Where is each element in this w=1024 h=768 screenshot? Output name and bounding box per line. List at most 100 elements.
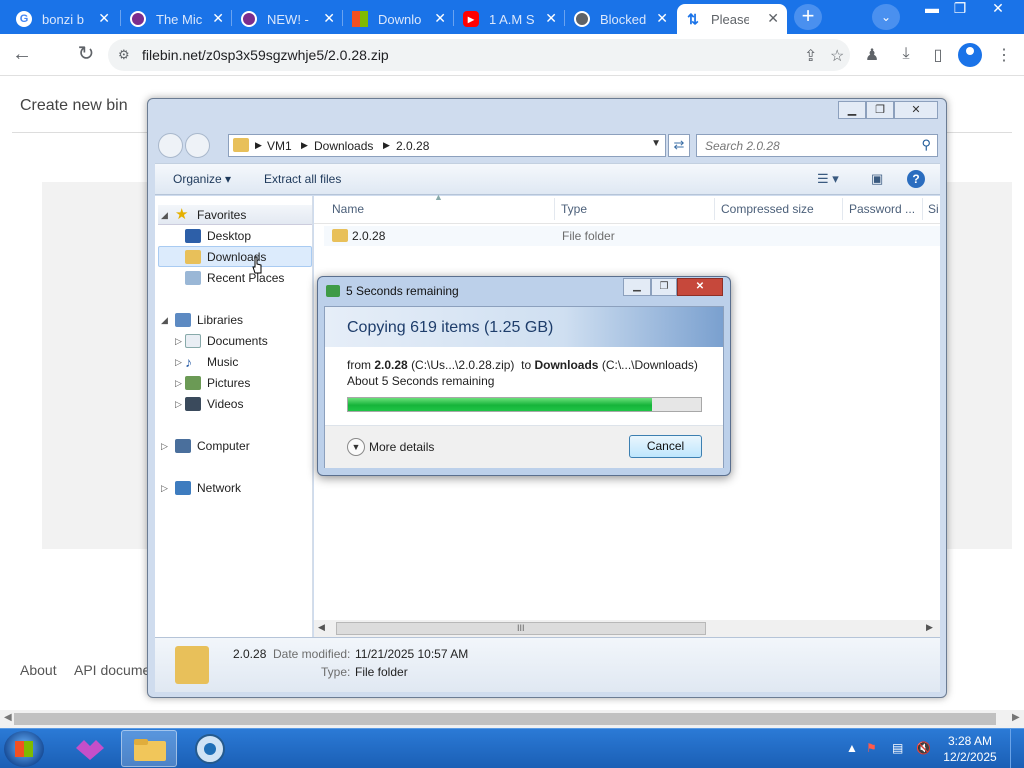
close-tab-icon[interactable]: ✕: [323, 10, 335, 27]
scroll-right-arrow-icon[interactable]: ▶: [1012, 712, 1020, 723]
minimize-icon[interactable]: ▬: [918, 0, 946, 18]
new-tab-button[interactable]: +: [794, 4, 822, 30]
tab-search-button[interactable]: ⌄: [872, 4, 900, 30]
search-placeholder: Search 2.0.28: [705, 139, 780, 153]
breadcrumb-downloads[interactable]: Downloads: [314, 139, 373, 153]
show-desktop-button[interactable]: [1010, 729, 1024, 768]
preview-pane-icon[interactable]: ▣: [871, 171, 883, 187]
close-tab-icon[interactable]: ✕: [656, 10, 668, 27]
explorer-address-bar[interactable]: ▶ VM1 ▶ Downloads ▶ 2.0.28 ▼: [228, 134, 666, 157]
close-window-icon[interactable]: ✕: [894, 101, 938, 119]
nav-music[interactable]: ♪ Music: [185, 352, 238, 372]
bookmark-star-icon[interactable]: ☆: [830, 46, 844, 66]
back-icon[interactable]: ←: [10, 43, 34, 67]
scroll-thumb[interactable]: [14, 713, 996, 725]
minimize-icon[interactable]: ▁: [838, 101, 866, 119]
create-new-bin-link[interactable]: Create new bin: [20, 97, 128, 115]
tab-title: Blocked: [600, 11, 647, 27]
nav-videos[interactable]: Videos: [185, 394, 243, 414]
column-type[interactable]: Type: [561, 202, 587, 216]
start-button[interactable]: [4, 731, 44, 767]
file-list-scrollbar[interactable]: ◀ III ▶: [314, 620, 940, 637]
tab-bonzi[interactable]: G bonzi b ✕: [8, 4, 118, 34]
search-input[interactable]: Search 2.0.28 ⚲: [696, 134, 938, 157]
refresh-icon[interactable]: ⇄: [668, 134, 690, 157]
tab-the-mic[interactable]: The Mic ✕: [122, 4, 232, 34]
extract-all-button[interactable]: Extract all files: [264, 172, 341, 186]
site-info-icon[interactable]: ⚙: [118, 47, 130, 63]
column-name[interactable]: Name: [332, 202, 364, 216]
column-compressed-size[interactable]: Compressed size: [721, 202, 814, 216]
close-tab-icon[interactable]: ✕: [767, 10, 779, 27]
scroll-right-arrow-icon[interactable]: ▶: [926, 622, 933, 633]
chevron-down-icon[interactable]: ▼: [651, 138, 661, 149]
scroll-left-arrow-icon[interactable]: ◀: [4, 712, 12, 723]
scroll-left-arrow-icon[interactable]: ◀: [318, 622, 325, 633]
taskbar-app-purple[interactable]: [62, 730, 118, 767]
hand-cursor-icon: [252, 256, 262, 274]
volume-muted-icon[interactable]: 🔇: [916, 741, 931, 755]
restore-icon[interactable]: ❐: [946, 0, 974, 18]
menu-icon[interactable]: ⋮: [994, 45, 1014, 65]
tab-new[interactable]: NEW! - ✕: [233, 4, 343, 34]
scroll-thumb[interactable]: III: [336, 622, 706, 635]
taskbar-chrome[interactable]: [182, 730, 238, 767]
nav-libraries[interactable]: Libraries: [175, 310, 243, 330]
taskbar: ▲ ⚑ ▤ 🔇 3:28 AM 12/2/2025: [0, 728, 1024, 768]
footer-api-docs-link[interactable]: API docume: [74, 662, 150, 678]
taskbar-explorer[interactable]: [121, 730, 177, 767]
reload-icon[interactable]: ↻: [74, 43, 98, 67]
nav-computer[interactable]: Computer: [175, 436, 250, 456]
tab-bar: G bonzi b ✕ The Mic ✕ NEW! - ✕ Downlo ✕ …: [0, 0, 1024, 34]
table-row[interactable]: 2.0.28 File folder: [324, 226, 940, 246]
close-dialog-icon[interactable]: ✕: [677, 278, 723, 296]
cancel-button[interactable]: Cancel: [629, 435, 702, 458]
dialog-title: 5 Seconds remaining: [346, 284, 459, 298]
nav-desktop[interactable]: Desktop: [185, 226, 251, 246]
system-clock[interactable]: 3:28 AM 12/2/2025: [938, 733, 1002, 765]
nav-recent-places[interactable]: Recent Places: [185, 268, 284, 288]
back-button[interactable]: [158, 133, 183, 158]
close-tab-icon[interactable]: ✕: [434, 10, 446, 27]
breadcrumb-2-0-28[interactable]: 2.0.28: [396, 139, 429, 153]
tab-download[interactable]: Downlo ✕: [344, 4, 454, 34]
download-icon[interactable]: ⤓: [896, 45, 916, 65]
tab-blocked[interactable]: Blocked ✕: [566, 4, 676, 34]
maximize-icon[interactable]: ❐: [866, 101, 894, 119]
close-tab-icon[interactable]: ✕: [212, 10, 224, 27]
more-details-toggle[interactable]: More details: [369, 440, 434, 454]
breadcrumb-vm1[interactable]: VM1: [267, 139, 292, 153]
action-center-icon[interactable]: ⚑: [866, 741, 877, 755]
nav-favorites[interactable]: ★ Favorites: [175, 205, 246, 225]
nav-pictures[interactable]: Pictures: [185, 373, 250, 393]
share-icon[interactable]: ⇪: [804, 46, 817, 66]
row-type: File folder: [562, 229, 615, 243]
close-tab-icon[interactable]: ✕: [545, 10, 557, 27]
show-hidden-icons[interactable]: ▲: [846, 741, 858, 755]
address-bar[interactable]: ⚙ filebin.net/z0sp3x59sgzwhje5/2.0.28.zi…: [108, 39, 850, 71]
time-remaining: About 5 Seconds remaining: [347, 374, 495, 388]
close-tab-icon[interactable]: ✕: [98, 10, 110, 27]
side-panel-icon[interactable]: ▯: [928, 45, 948, 65]
nav-documents[interactable]: Documents: [185, 331, 268, 351]
profile-avatar[interactable]: [958, 43, 982, 67]
column-password[interactable]: Password ...: [849, 202, 915, 216]
nav-network[interactable]: Network: [175, 478, 241, 498]
organize-button[interactable]: Organize ▾: [173, 172, 231, 186]
chevron-down-icon[interactable]: ▼: [347, 438, 365, 456]
tab-youtube[interactable]: ▶ 1 A.M S ✕: [455, 4, 565, 34]
page-horizontal-scrollbar[interactable]: ◀ ▶: [0, 710, 1024, 728]
minimize-icon[interactable]: ▁: [623, 278, 651, 296]
details-pane: 2.0.28 Date modified: 11/21/2025 10:57 A…: [155, 637, 940, 692]
extension-icon[interactable]: ♟: [862, 45, 882, 65]
music-icon: ♪: [185, 354, 192, 370]
column-size[interactable]: Si: [928, 202, 939, 216]
network-icon: [175, 481, 191, 495]
view-options-icon[interactable]: ☰ ▾: [817, 171, 839, 187]
forward-button[interactable]: [185, 133, 210, 158]
footer-about-link[interactable]: About: [20, 662, 57, 678]
network-tray-icon[interactable]: ▤: [892, 741, 903, 755]
close-window-icon[interactable]: ✕: [980, 0, 1016, 18]
help-icon[interactable]: ?: [907, 170, 925, 188]
tab-please-active[interactable]: ⇅ Please ✕: [677, 4, 787, 34]
